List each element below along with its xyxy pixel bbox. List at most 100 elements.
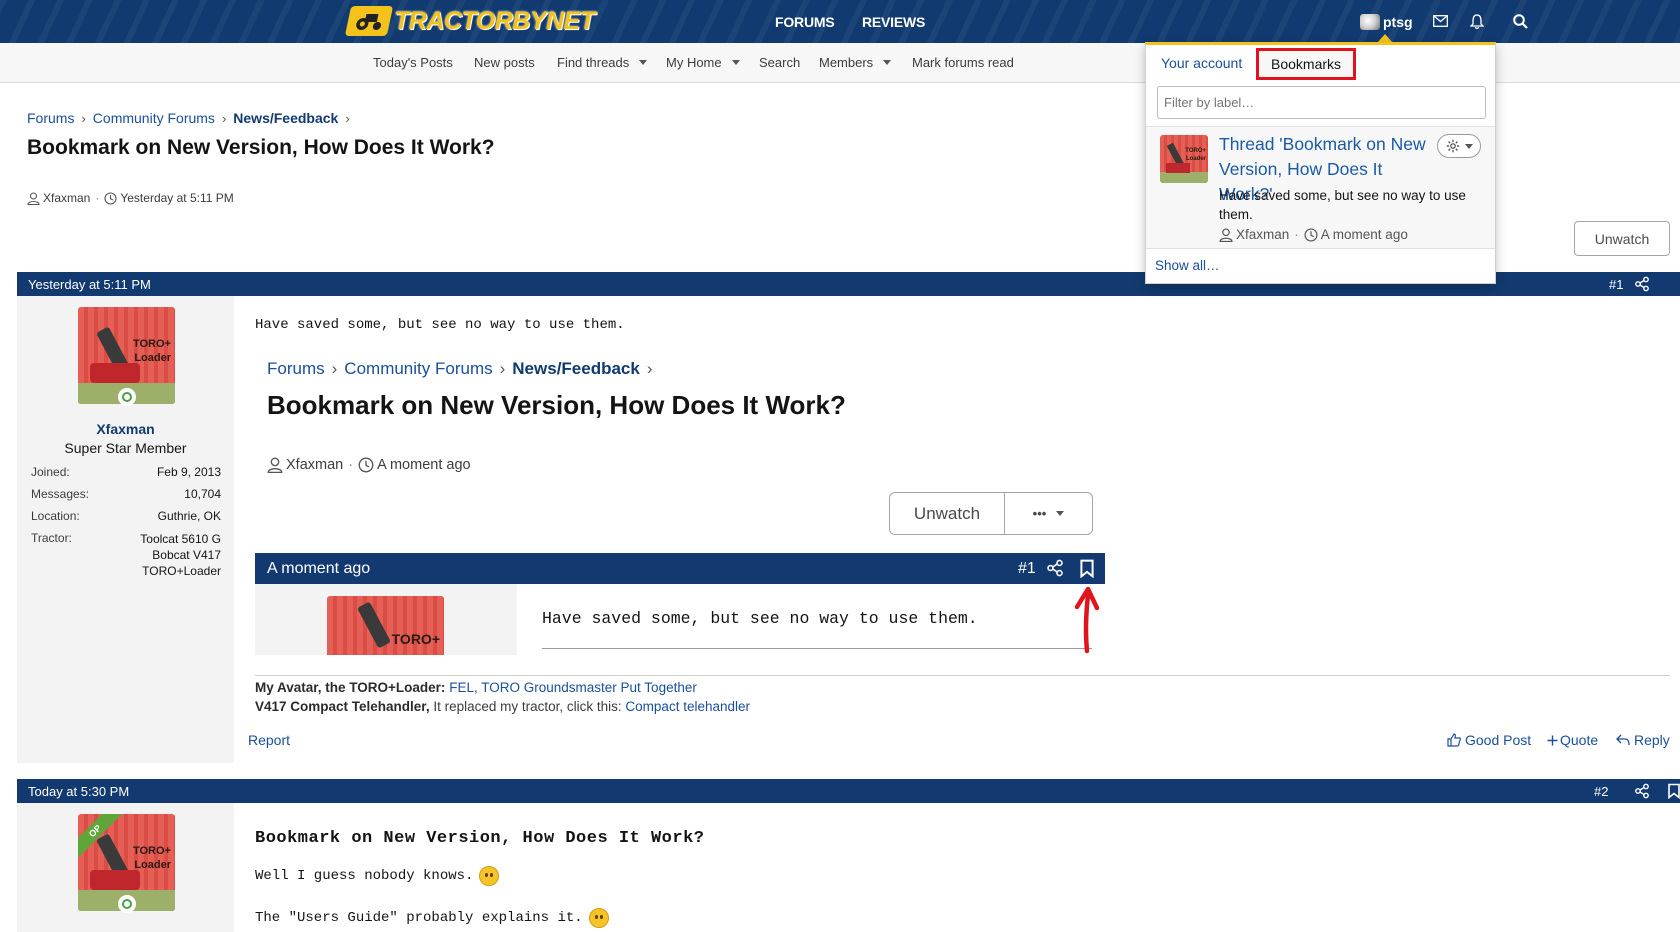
chevron-down-icon[interactable] bbox=[883, 60, 892, 65]
quote-button[interactable]: Quote bbox=[1547, 732, 1598, 748]
post2-line-2: The "Users Guide" probably explains it. bbox=[255, 908, 609, 928]
subnav-find-threads[interactable]: Find threads bbox=[557, 55, 648, 70]
embedded-avatar-label: TORO+ bbox=[391, 631, 440, 647]
smile-emoji-icon bbox=[588, 908, 609, 928]
embedded-divider bbox=[542, 648, 1092, 649]
thread-start-date[interactable]: Yesterday at 5:11 PM bbox=[120, 191, 233, 205]
breadcrumb-section[interactable]: News/Feedback bbox=[233, 110, 338, 126]
subnav-find-threads-label: Find threads bbox=[557, 55, 630, 70]
embedded-more-button: ••• bbox=[1004, 492, 1093, 535]
subnav-my-home-label: My Home bbox=[666, 55, 722, 70]
chevron-down-icon[interactable] bbox=[731, 60, 740, 65]
site-logo[interactable]: TRACTORBYNET bbox=[344, 3, 595, 39]
post-date[interactable]: Yesterday at 5:11 PM bbox=[28, 277, 151, 292]
chevron-down-icon[interactable] bbox=[639, 60, 648, 65]
subnav-members[interactable]: Members bbox=[819, 55, 892, 70]
page-title: Bookmark on New Version, How Does It Wor… bbox=[27, 136, 495, 159]
post-number-2[interactable]: #2 bbox=[1594, 784, 1608, 799]
bookmark-time: A moment ago bbox=[1320, 227, 1408, 242]
stat-tractor-label: Tractor: bbox=[31, 531, 72, 545]
user-icon bbox=[1219, 227, 1233, 242]
embedded-post-bar: A moment ago #1 bbox=[255, 553, 1105, 584]
stat-location-value[interactable]: Guthrie, OK bbox=[158, 509, 221, 523]
subnav-mark-read-label: Mark forums read bbox=[912, 55, 1014, 70]
confused-emoji-icon bbox=[479, 866, 500, 886]
bookmark-item[interactable]: TORO+ Loader Thread 'Bookmark on New Ver… bbox=[1146, 126, 1495, 249]
show-all-link[interactable]: Show all… bbox=[1155, 258, 1220, 273]
breadcrumb-forums[interactable]: Forums bbox=[27, 110, 74, 126]
user-name: ptsg bbox=[1383, 13, 1413, 30]
online-status-icon bbox=[118, 388, 136, 406]
signature-link-telehandler[interactable]: Compact telehandler bbox=[625, 699, 750, 714]
filter-by-label-input[interactable] bbox=[1157, 86, 1486, 119]
bookmark-avatar[interactable]: TORO+ Loader bbox=[1160, 135, 1208, 183]
subnav-mark-read[interactable]: Mark forums read bbox=[912, 55, 1014, 70]
embedded-more-label: ••• bbox=[1032, 506, 1047, 521]
post-user-column: TORO+ Loader Xfaxman Super Star Member J… bbox=[17, 296, 234, 763]
search-icon[interactable] bbox=[1510, 11, 1530, 31]
subnav-members-label: Members bbox=[819, 55, 874, 70]
subnav-todays-posts[interactable]: Today's Posts bbox=[373, 55, 453, 70]
signature-line-2: V417 Compact Telehandler, It replaced my… bbox=[255, 699, 750, 714]
bookmark-icon bbox=[1080, 559, 1094, 578]
thread-author[interactable]: Xfaxman bbox=[43, 191, 90, 205]
bookmark-description: Have saved some, but see no way to use t… bbox=[1219, 188, 1466, 222]
report-label: Report bbox=[248, 732, 291, 748]
embedded-time: A moment ago bbox=[377, 457, 471, 473]
signature-link-fel[interactable]: FEL bbox=[449, 680, 474, 695]
breadcrumb: Forums › Community Forums › News/Feedbac… bbox=[27, 110, 357, 126]
embedded-breadcrumb: Forums › Community Forums › News/Feedbac… bbox=[267, 359, 653, 378]
envelope-icon[interactable] bbox=[1430, 11, 1450, 31]
chevron-right-icon: › bbox=[345, 110, 350, 126]
subnav-search-label: Search bbox=[759, 55, 801, 70]
bookmark-author[interactable]: Xfaxman bbox=[1236, 227, 1289, 242]
stat-tractor-value: Toolcat 5610 G Bobcat V417 TORO+Loader bbox=[140, 532, 221, 578]
post-username[interactable]: Xfaxman bbox=[17, 421, 234, 437]
post-user-column-2: TORO+ Loader OP bbox=[17, 803, 234, 932]
nav-forums[interactable]: FORUMS bbox=[775, 0, 835, 43]
stat-location-label: Location: bbox=[31, 509, 80, 523]
embedded-post-text: Have saved some, but see no way to use t… bbox=[542, 609, 978, 628]
nav-reviews[interactable]: REVIEWS bbox=[862, 0, 925, 43]
bell-icon[interactable] bbox=[1467, 11, 1487, 31]
signature-divider bbox=[255, 675, 1670, 676]
stat-messages-value[interactable]: 10,704 bbox=[184, 487, 221, 501]
reply-button[interactable]: Reply bbox=[1616, 732, 1670, 748]
good-post-button[interactable]: Good Post bbox=[1447, 732, 1531, 748]
bookmark-meta: Xfaxman · A moment ago bbox=[1219, 227, 1408, 242]
plus-icon bbox=[1547, 735, 1558, 745]
thumbs-up-icon bbox=[1447, 733, 1461, 747]
online-status-icon bbox=[118, 895, 136, 913]
subnav-my-home[interactable]: My Home bbox=[666, 55, 740, 70]
tractor-logo-icon bbox=[344, 6, 394, 36]
embedded-crumb-forums: Forums bbox=[267, 359, 325, 378]
embedded-crumb-community: Community Forums bbox=[344, 359, 493, 378]
signature-link-toro[interactable]: TORO Groundsmaster Put Together bbox=[481, 680, 697, 695]
unwatch-button[interactable]: Unwatch bbox=[1574, 221, 1670, 256]
thread-meta: Xfaxman · Yesterday at 5:11 PM bbox=[27, 191, 234, 205]
signature-bold-2: V417 Compact Telehandler, bbox=[255, 699, 430, 714]
user-icon bbox=[27, 191, 40, 205]
subnav-new-posts-label: New posts bbox=[474, 55, 535, 70]
embedded-title: Bookmark on New Version, How Does It Wor… bbox=[267, 390, 846, 420]
bookmark-options-button[interactable] bbox=[1437, 134, 1481, 158]
post-date-2[interactable]: Today at 5:30 PM bbox=[28, 784, 129, 799]
reply-label: Reply bbox=[1634, 732, 1670, 748]
report-link[interactable]: Report bbox=[248, 732, 290, 748]
embedded-bar-date: A moment ago bbox=[267, 560, 371, 577]
user-avatar-small bbox=[1360, 13, 1380, 30]
embedded-meta: Xfaxman · A moment ago bbox=[267, 457, 471, 473]
avatar-label-2: TORO+ Loader bbox=[132, 845, 171, 871]
breadcrumb-community[interactable]: Community Forums bbox=[93, 110, 215, 126]
bookmark-icon[interactable] bbox=[1666, 783, 1680, 799]
post-number[interactable]: #1 bbox=[1609, 277, 1623, 292]
share-icon[interactable] bbox=[1634, 783, 1650, 799]
embedded-author: Xfaxman bbox=[286, 457, 344, 473]
embedded-user-column: TORO+ bbox=[255, 584, 517, 655]
subnav-search[interactable]: Search bbox=[759, 55, 800, 70]
share-icon[interactable] bbox=[1634, 276, 1650, 292]
clock-icon bbox=[358, 457, 374, 473]
tab-your-account[interactable]: Your account bbox=[1161, 55, 1242, 71]
subnav-new-posts[interactable]: New posts bbox=[474, 55, 535, 70]
tab-bookmarks[interactable]: Bookmarks bbox=[1256, 48, 1357, 80]
